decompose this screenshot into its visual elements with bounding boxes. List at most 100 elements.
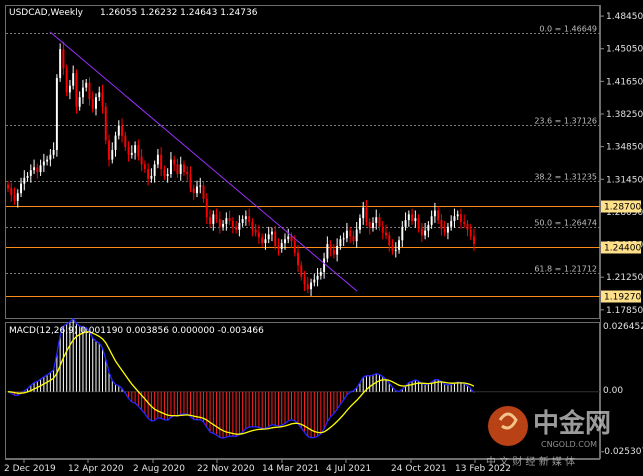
bull-candle [20, 183, 23, 194]
price-tick-label: 1.21250 [606, 273, 643, 283]
time-tick-label: 2 Aug 2020 [133, 464, 185, 474]
bull-candle [238, 222, 241, 230]
bull-candle [339, 239, 342, 246]
bull-candle [150, 175, 153, 179]
bear-candle [385, 232, 387, 236]
bull-candle [355, 229, 358, 242]
bear-candle [459, 214, 462, 222]
bear-candle [143, 164, 146, 170]
price-tick-label: 1.48450 [606, 12, 643, 22]
bull-candle [52, 150, 55, 155]
candlesticks [7, 41, 475, 296]
macd-header-label: MACD(12,26,9) 0.001190 0.003856 0.000000… [9, 326, 264, 336]
time-tick-label: 13 Feb 2022 [455, 464, 511, 474]
bear-candle [381, 226, 384, 233]
bull-candle [117, 126, 120, 136]
bull-candle [433, 210, 436, 217]
bull-candle [394, 249, 397, 251]
bull-candle [280, 243, 283, 249]
bull-candle [450, 221, 453, 227]
bull-candle [59, 49, 62, 78]
bull-candle [78, 97, 81, 107]
bull-candle [453, 216, 456, 222]
bear-candle [101, 92, 104, 107]
bear-candle [352, 236, 355, 242]
bull-candle [456, 214, 459, 217]
bull-candle [166, 174, 169, 176]
macd-zero-label: 0.00 [603, 386, 623, 396]
bear-candle [261, 237, 264, 244]
bull-candle [114, 135, 117, 150]
signal-line [7, 331, 475, 435]
bull-candle [68, 85, 71, 93]
fib-level-label: 50.0 = 1.26474 [534, 219, 597, 228]
main-panel-frame [5, 5, 600, 319]
price-tick-label: 1.17850 [606, 306, 643, 316]
bull-candle [241, 219, 244, 223]
bull-candle [424, 230, 427, 236]
price-tick-label: 1.45050 [606, 45, 643, 55]
bear-candle [391, 245, 394, 251]
time-tick-label: 2 Dec 2019 [4, 464, 56, 474]
bear-candle [182, 164, 185, 173]
time-tick-label: 22 Nov 2020 [197, 464, 255, 474]
bear-candle [65, 68, 68, 93]
bull-candle [169, 159, 172, 174]
bear-candle [121, 126, 124, 136]
bull-candle [29, 170, 32, 176]
bull-candle [85, 82, 88, 88]
bull-candle [42, 161, 45, 166]
bear-candle [127, 147, 130, 155]
bull-candle [16, 193, 19, 201]
time-tick-label: 4 Jul 2021 [326, 464, 371, 474]
bear-candle [277, 246, 280, 249]
bull-candle [313, 279, 316, 283]
bull-candle [267, 234, 270, 240]
bear-candle [254, 229, 257, 233]
bear-candle [466, 223, 469, 230]
bear-candle [124, 135, 127, 148]
level-price-tag-label: 1.28700 [604, 203, 641, 213]
downtrend-line[interactable] [49, 31, 358, 292]
bull-candle [401, 226, 404, 241]
bear-candle [297, 252, 300, 266]
bull-candle [323, 258, 326, 272]
bull-candle [81, 87, 84, 98]
bear-candle [274, 231, 277, 246]
fib-level-label: 61.8 = 1.21712 [534, 265, 597, 274]
bear-candle [231, 221, 234, 227]
bear-candle [290, 236, 293, 242]
bull-candle [26, 175, 29, 178]
bear-candle [349, 230, 352, 237]
bull-candle [414, 218, 417, 222]
price-tick-label: 1.31450 [606, 175, 643, 185]
bear-candle [108, 140, 110, 160]
bull-candle [427, 224, 430, 231]
bull-candle [446, 226, 449, 233]
chart-header-ohlc: 1.26055 1.26232 1.24643 1.24736 [100, 8, 258, 18]
time-tick-label: 14 Mar 2021 [262, 464, 319, 474]
bear-candle [440, 220, 443, 229]
fib-level-label: 38.2 = 1.31235 [534, 173, 597, 182]
bull-candle [284, 239, 286, 244]
bear-candle [420, 228, 423, 236]
bull-candle [49, 154, 52, 160]
bear-candle [463, 222, 466, 224]
level-price-tag-label: 1.19270 [604, 293, 641, 303]
bear-candle [257, 232, 260, 238]
macd-bottom-label: -0.025307 [601, 447, 643, 457]
bear-candle [368, 222, 371, 228]
trading-chart[interactable]: 中金网 CNGOLD.COM 中 文 财 经 新 媒 体 0.0 = 1.466… [0, 0, 643, 476]
bear-candle [173, 159, 176, 165]
bull-candle [212, 214, 215, 224]
bear-candle [437, 210, 440, 221]
bear-candle [388, 235, 391, 246]
bear-candle [329, 244, 332, 250]
bear-candle [218, 219, 221, 227]
bull-candle [375, 217, 378, 223]
fib-level-label: 0.0 = 1.46649 [539, 25, 597, 34]
bear-candle [293, 241, 296, 253]
bear-candle [417, 218, 420, 229]
bear-candle [186, 172, 189, 174]
macd-line [7, 317, 475, 439]
